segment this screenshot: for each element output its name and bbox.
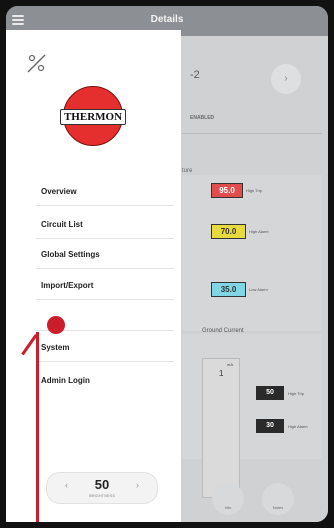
- settings-icon[interactable]: [25, 52, 46, 73]
- info-button[interactable]: Info: [212, 483, 244, 515]
- brightness-stepper[interactable]: ‹ 50 BRIGHTNESS ›: [46, 472, 158, 504]
- temperature-panel: [182, 175, 322, 331]
- nav-circuit-list[interactable]: Circuit List: [41, 220, 181, 229]
- high-trip-label: High Trip: [246, 188, 263, 193]
- notes-button-label: Notes: [272, 505, 284, 510]
- notes-button[interactable]: Notes: [262, 483, 294, 515]
- nav-global-settings[interactable]: Global Settings: [41, 250, 181, 259]
- nav-divider: [36, 299, 174, 300]
- nav-divider: [36, 268, 174, 269]
- next-button[interactable]: ›: [271, 64, 301, 94]
- gauge-value: 1: [219, 369, 224, 378]
- temperature-header: ture: [182, 168, 193, 174]
- gc-high-alarm-value[interactable]: 30: [256, 419, 284, 433]
- gauge-unit: mA: [227, 362, 233, 367]
- nav-overview[interactable]: Overview: [41, 187, 181, 196]
- nav-system[interactable]: System: [41, 343, 181, 352]
- high-alarm-value[interactable]: 70.0: [211, 224, 246, 239]
- nav-divider: [36, 361, 174, 362]
- page-title: Details: [150, 14, 184, 25]
- navigation-drawer: THERMON Overview Circuit List Global Set…: [6, 30, 181, 522]
- brightness-increase-icon[interactable]: ›: [136, 480, 139, 490]
- gc-high-trip-label: High Trip: [288, 391, 305, 396]
- nav-divider: [36, 238, 174, 239]
- ground-current-gauge: mA 1: [202, 358, 240, 498]
- low-alarm-value[interactable]: 35.0: [211, 282, 246, 297]
- brightness-label: BRIGHTNESS: [88, 493, 115, 498]
- circuit-name: -2: [190, 69, 200, 81]
- gc-high-trip-value[interactable]: 50: [256, 386, 284, 400]
- high-trip-value[interactable]: 95.0: [211, 183, 243, 198]
- info-button-label: Info: [224, 505, 232, 510]
- low-alarm-label: Low Alarm: [249, 287, 268, 292]
- thermon-logo: THERMON: [60, 86, 126, 146]
- logo-text: THERMON: [63, 111, 123, 123]
- enabled-status: ENABLED: [190, 115, 215, 121]
- callout-marker: [47, 316, 65, 334]
- callout-line: [36, 332, 39, 522]
- nav-divider: [36, 205, 174, 206]
- nav-import-export[interactable]: Import/Export: [41, 281, 181, 290]
- nav-admin-login[interactable]: Admin Login: [41, 376, 181, 385]
- high-alarm-label: High Alarm: [249, 229, 269, 234]
- divider: [182, 133, 322, 134]
- gc-high-alarm-label: High Alarm: [288, 424, 308, 429]
- brightness-value: 50: [94, 477, 110, 492]
